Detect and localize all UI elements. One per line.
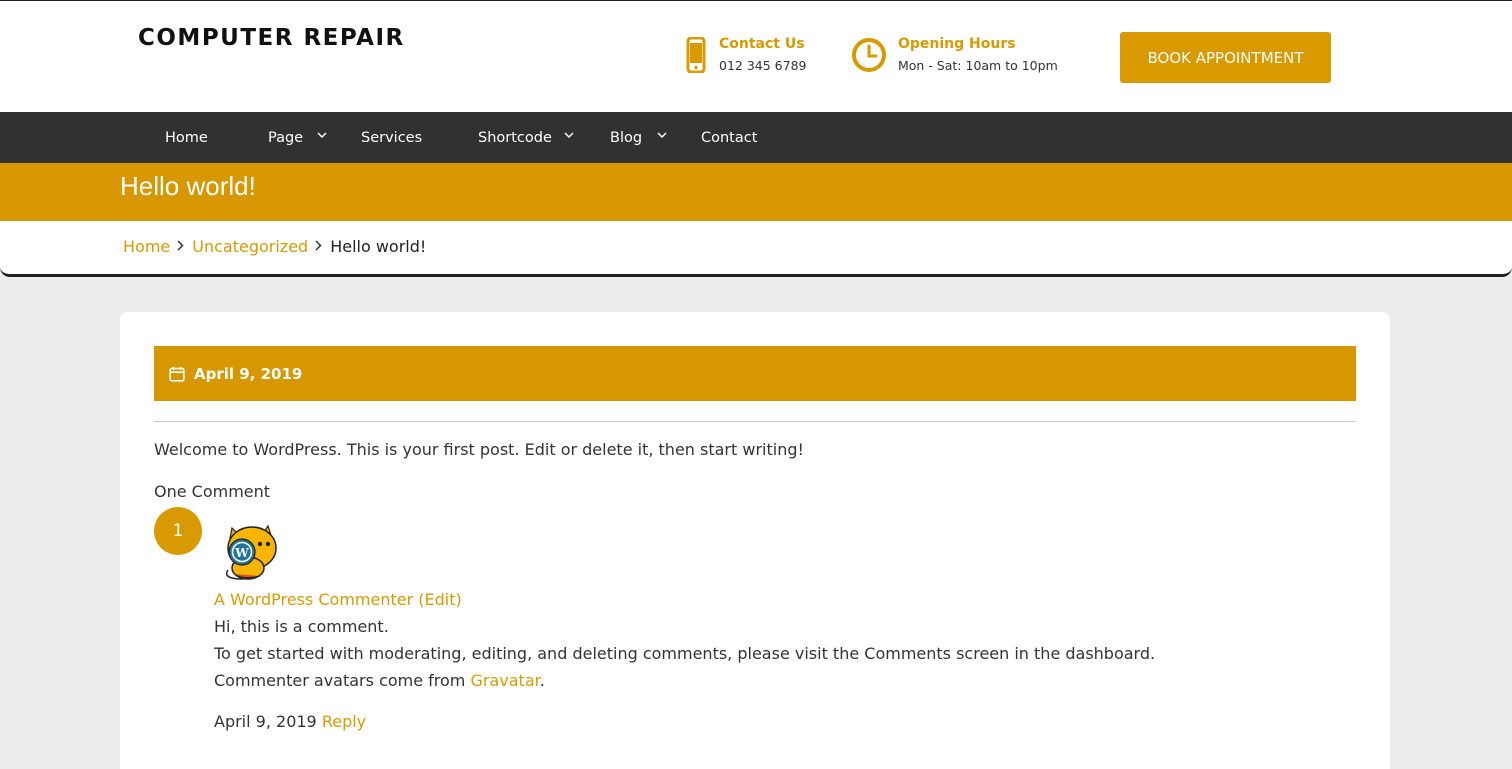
hours-value: Mon - Sat: 10am to 10pm xyxy=(898,58,1058,73)
chevron-right-icon xyxy=(315,239,322,255)
post-card: April 9, 2019 Welcome to WordPress. This… xyxy=(120,312,1390,769)
gravatar-link[interactable]: Gravatar xyxy=(470,671,539,690)
chevron-down-icon xyxy=(657,131,667,142)
calendar-icon xyxy=(169,366,185,382)
comment-number-badge: 1 xyxy=(154,507,202,555)
site-title[interactable]: COMPUTER REPAIR xyxy=(138,25,405,51)
nav-item-blog[interactable]: Blog xyxy=(610,112,667,163)
post-date-bar: April 9, 2019 xyxy=(154,346,1356,401)
post-body: Welcome to WordPress. This is your first… xyxy=(154,440,804,459)
nav-item-shortcode[interactable]: Shortcode xyxy=(478,112,574,163)
breadcrumb-uncategorized[interactable]: Uncategorized xyxy=(192,237,308,256)
post-date[interactable]: April 9, 2019 xyxy=(194,365,302,383)
divider xyxy=(154,421,1356,422)
reply-link[interactable]: Reply xyxy=(322,712,366,731)
hours-heading: Opening Hours xyxy=(898,36,1016,52)
comment-line: Commenter avatars come from Gravatar. xyxy=(214,671,545,690)
clock-icon xyxy=(851,36,887,74)
chevron-down-icon xyxy=(317,131,327,142)
nav-item-page[interactable]: Page xyxy=(268,112,327,163)
page-title-banner: Hello world! xyxy=(0,163,1512,221)
book-appointment-button[interactable]: BOOK APPOINTMENT xyxy=(1120,32,1331,83)
contact-heading: Contact Us xyxy=(719,36,805,52)
nav-item-services[interactable]: Services xyxy=(361,112,422,163)
comment-line: Hi, this is a comment. xyxy=(214,617,389,636)
comment-edit-link[interactable]: (Edit) xyxy=(418,590,461,609)
chevron-down-icon xyxy=(564,131,574,142)
comment-author-link[interactable]: A WordPress Commenter (Edit) xyxy=(214,590,462,609)
breadcrumb-bar: Home Uncategorized Hello world! xyxy=(0,221,1512,277)
opening-hours-info: Opening Hours Mon - Sat: 10am to 10pm xyxy=(851,36,1058,74)
comment-meta: April 9, 2019 Reply xyxy=(214,712,366,731)
comment-line: To get started with moderating, editing,… xyxy=(214,644,1156,663)
chevron-right-icon xyxy=(177,239,184,255)
contact-phone[interactable]: 012 345 6789 xyxy=(719,58,806,73)
comments-title: One Comment xyxy=(154,482,271,501)
breadcrumb-current: Hello world! xyxy=(330,237,427,256)
nav-item-contact[interactable]: Contact xyxy=(701,112,757,163)
main-navigation: Home Page Services Shortcode Blog Contac… xyxy=(0,112,1512,163)
breadcrumb: Home Uncategorized Hello world! xyxy=(123,237,426,256)
site-header: COMPUTER REPAIR Contact Us 012 345 6789 … xyxy=(0,0,1512,112)
phone-icon xyxy=(684,36,708,74)
page-title: Hello world! xyxy=(120,171,256,201)
contact-info: Contact Us 012 345 6789 xyxy=(684,36,806,74)
nav-item-home[interactable]: Home xyxy=(165,112,208,163)
svg-text:W: W xyxy=(234,546,249,560)
breadcrumb-home[interactable]: Home xyxy=(123,237,170,256)
comment-date[interactable]: April 9, 2019 xyxy=(214,712,317,731)
avatar: W xyxy=(220,518,280,582)
